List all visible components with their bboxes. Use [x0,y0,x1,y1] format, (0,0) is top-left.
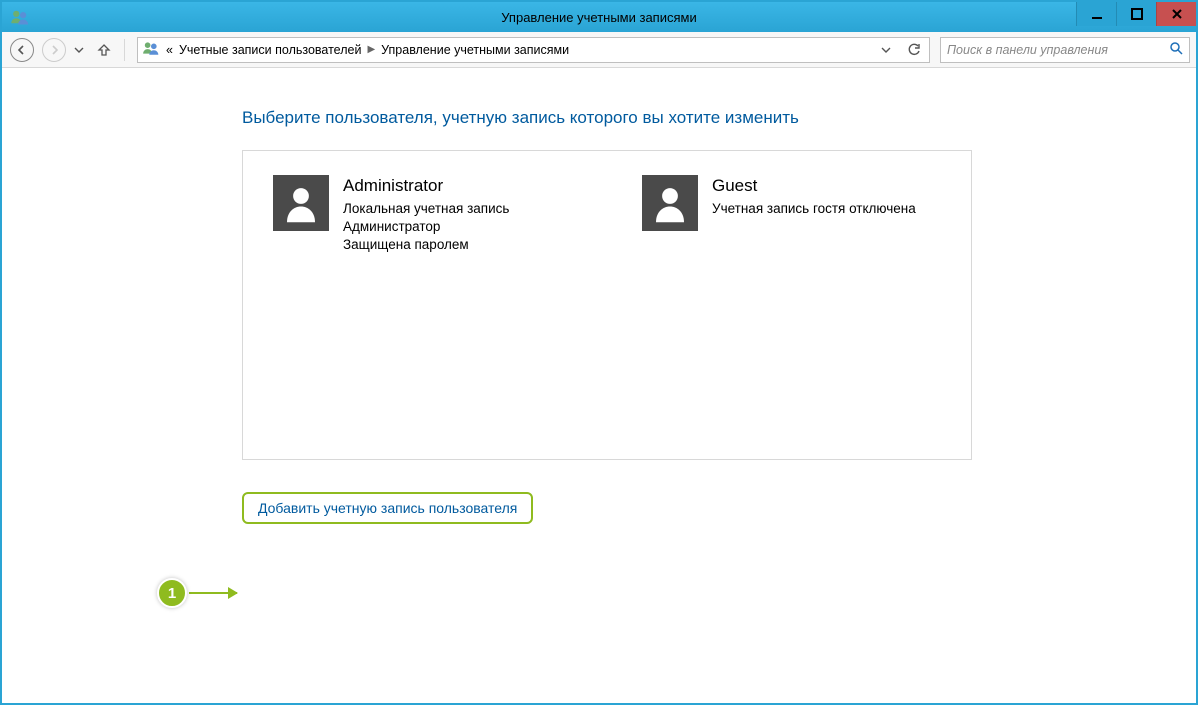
minimize-button[interactable] [1076,2,1116,26]
chevron-right-icon: ▶ [367,44,375,55]
app-icon [10,7,30,27]
user-role: Администратор [343,218,509,236]
refresh-button[interactable] [903,39,925,61]
forward-button[interactable] [40,36,68,64]
callout-arrow [189,592,237,594]
avatar-icon [273,175,329,231]
add-user-row: Добавить учетную запись пользователя [242,492,972,524]
user-type: Локальная учетная запись [343,200,509,218]
avatar-icon [642,175,698,231]
search-input[interactable] [947,43,1169,57]
user-password-status: Защищена паролем [343,236,509,254]
window-controls [1076,2,1196,32]
search-box[interactable] [940,37,1190,63]
close-button[interactable] [1156,2,1196,26]
history-dropdown[interactable] [72,36,86,64]
maximize-button[interactable] [1116,2,1156,26]
content: Выберите пользователя, учетную запись ко… [2,68,1196,703]
user-name: Guest [712,175,916,198]
user-status: Учетная запись гостя отключена [712,200,916,218]
content-inner: Выберите пользователя, учетную запись ко… [242,108,972,524]
user-info: Guest Учетная запись гостя отключена [712,175,916,435]
navbar: « Учетные записи пользователей ▶ Управле… [2,32,1196,68]
navbar-separator [124,39,125,61]
callout-badge: 1 [157,578,187,608]
add-user-link[interactable]: Добавить учетную запись пользователя [242,492,533,524]
up-button[interactable] [90,36,118,64]
user-item-guest[interactable]: Guest Учетная запись гостя отключена [642,175,941,435]
user-info: Administrator Локальная учетная запись А… [343,175,509,435]
user-item-administrator[interactable]: Administrator Локальная учетная запись А… [273,175,572,435]
window: Управление учетными записями [0,0,1198,705]
breadcrumb-prefix: « [166,43,173,57]
users-icon [142,39,160,60]
users-list: Administrator Локальная учетная запись А… [242,150,972,460]
user-name: Administrator [343,175,509,198]
breadcrumb-manage[interactable]: Управление учетными записями [381,43,569,57]
window-title: Управление учетными записями [2,10,1196,25]
address-dropdown[interactable] [875,39,897,61]
page-heading: Выберите пользователя, учетную запись ко… [242,108,972,128]
breadcrumb-users[interactable]: Учетные записи пользователей [179,43,362,57]
titlebar: Управление учетными записями [2,2,1196,32]
back-button[interactable] [8,36,36,64]
address-bar[interactable]: « Учетные записи пользователей ▶ Управле… [137,37,930,63]
search-icon[interactable] [1169,41,1183,58]
